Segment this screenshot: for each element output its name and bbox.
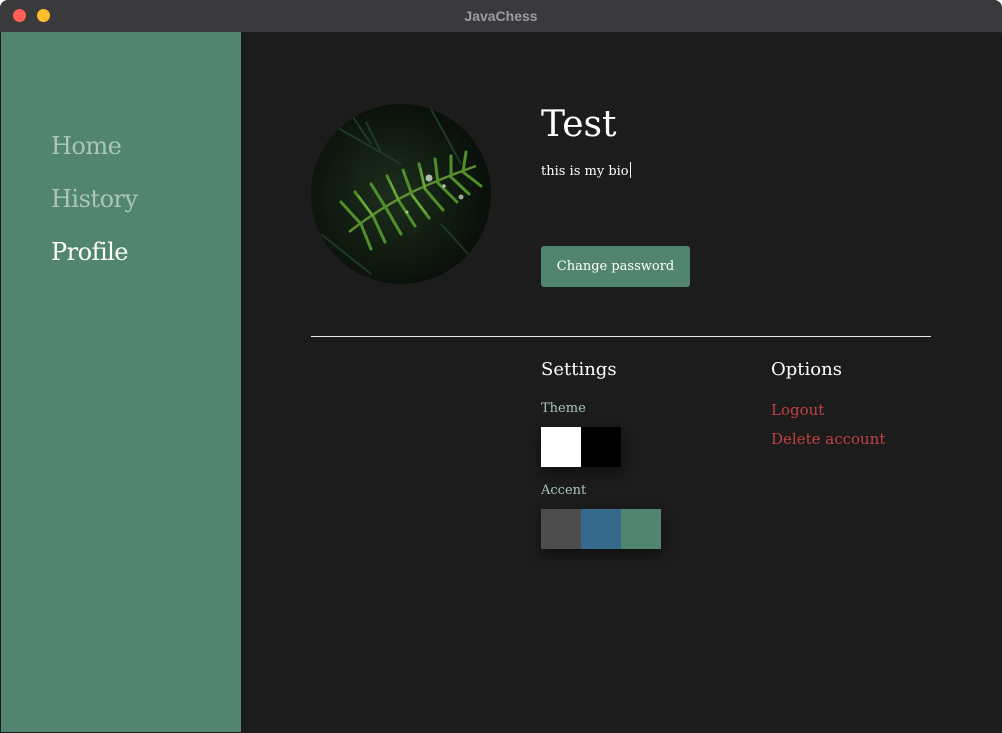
accent-label: Accent bbox=[541, 483, 587, 498]
delete-account-link[interactable]: Delete account bbox=[771, 430, 885, 448]
theme-swatch-dark[interactable] bbox=[581, 427, 621, 467]
bio-field[interactable]: this is my bio bbox=[541, 162, 631, 179]
accent-swatch-gray[interactable] bbox=[541, 509, 581, 549]
settings-heading: Settings bbox=[541, 359, 617, 380]
sidebar-item-history[interactable]: History bbox=[51, 185, 138, 213]
theme-label: Theme bbox=[541, 401, 586, 416]
change-password-button[interactable]: Change password bbox=[541, 246, 690, 287]
window-title: JavaChess bbox=[464, 8, 538, 24]
text-caret bbox=[629, 162, 631, 178]
accent-swatches bbox=[541, 509, 661, 549]
profile-page: Test this is my bio Change password Sett… bbox=[241, 32, 1001, 732]
options-heading: Options bbox=[771, 359, 842, 380]
sidebar-item-profile[interactable]: Profile bbox=[51, 238, 129, 266]
avatar bbox=[311, 104, 491, 284]
fern-image bbox=[311, 104, 491, 284]
sidebar-item-home[interactable]: Home bbox=[51, 132, 122, 160]
app-window: JavaChess Home History Profile Test this… bbox=[0, 0, 1002, 733]
bio-text: this is my bio bbox=[541, 164, 629, 179]
title-bar[interactable]: JavaChess bbox=[0, 0, 1002, 33]
accent-swatch-green[interactable] bbox=[621, 509, 661, 549]
username-heading: Test bbox=[541, 104, 617, 145]
sidebar: Home History Profile bbox=[1, 32, 241, 732]
section-divider bbox=[311, 336, 931, 337]
accent-swatch-blue[interactable] bbox=[581, 509, 621, 549]
logout-link[interactable]: Logout bbox=[771, 401, 824, 419]
theme-swatches bbox=[541, 427, 621, 467]
theme-swatch-light[interactable] bbox=[541, 427, 581, 467]
